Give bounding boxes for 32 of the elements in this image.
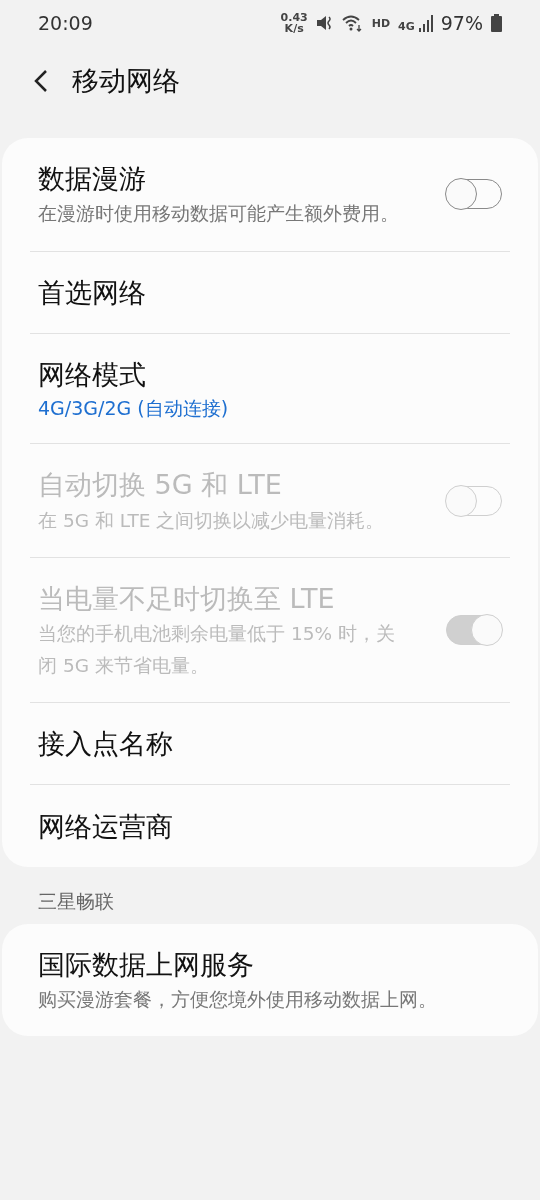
item-description: 在 5G 和 LTE 之间切换以减少电量消耗。: [38, 508, 386, 533]
item-description: 购买漫游套餐，方便您境外使用移动数据上网。: [38, 987, 438, 1012]
network-speed: 0.43: [280, 12, 308, 23]
item-description: 当您的手机电池剩余电量低于 15% 时，关闭 5G 来节省电量。: [38, 622, 396, 678]
item-title: 网络运营商: [38, 809, 174, 844]
battery-icon: [491, 14, 502, 32]
mute-icon: [315, 14, 334, 32]
hd-indicator: HD: [371, 17, 391, 29]
status-time: 20:09: [38, 10, 93, 36]
settings-item[interactable]: 接入点名称: [30, 702, 510, 786]
signal-icon: [418, 14, 433, 32]
item-title: 网络模式: [38, 357, 147, 392]
item-title: 自动切换 5G 和 LTE: [38, 468, 283, 503]
settings-item[interactable]: 网络模式 4G/3G/2G (自动连接): [30, 333, 510, 445]
item-title: 国际数据上网服务: [38, 947, 255, 982]
settings-item[interactable]: 国际数据上网服务 购买漫游套餐，方便您境外使用移动数据上网。: [30, 923, 510, 1037]
item-title: 接入点名称: [38, 726, 174, 761]
settings-item[interactable]: 首选网络: [30, 251, 510, 334]
back-icon[interactable]: [34, 69, 48, 93]
section-heading: 三星畅联: [37, 889, 115, 915]
item-description: 在漫游时使用移动数据可能产生额外费用。: [38, 202, 400, 227]
page-title: 移动网络: [72, 63, 180, 98]
speed-unit: K/s: [283, 23, 305, 34]
settings-item[interactable]: 数据漫游 在漫游时使用移动数据可能产生额外费用。: [30, 138, 510, 252]
settings-item[interactable]: 网络运营商: [30, 785, 510, 868]
item-title: 首选网络: [38, 275, 147, 310]
item-title: 当电量不足时切换至 LTE: [38, 581, 336, 616]
item-title: 数据漫游: [38, 162, 147, 196]
wifi-icon: [341, 14, 364, 32]
item-value: 4G/3G/2G (自动连接): [38, 395, 230, 421]
battery-level: 97%: [440, 10, 483, 36]
network-type: 4G: [398, 21, 415, 32]
